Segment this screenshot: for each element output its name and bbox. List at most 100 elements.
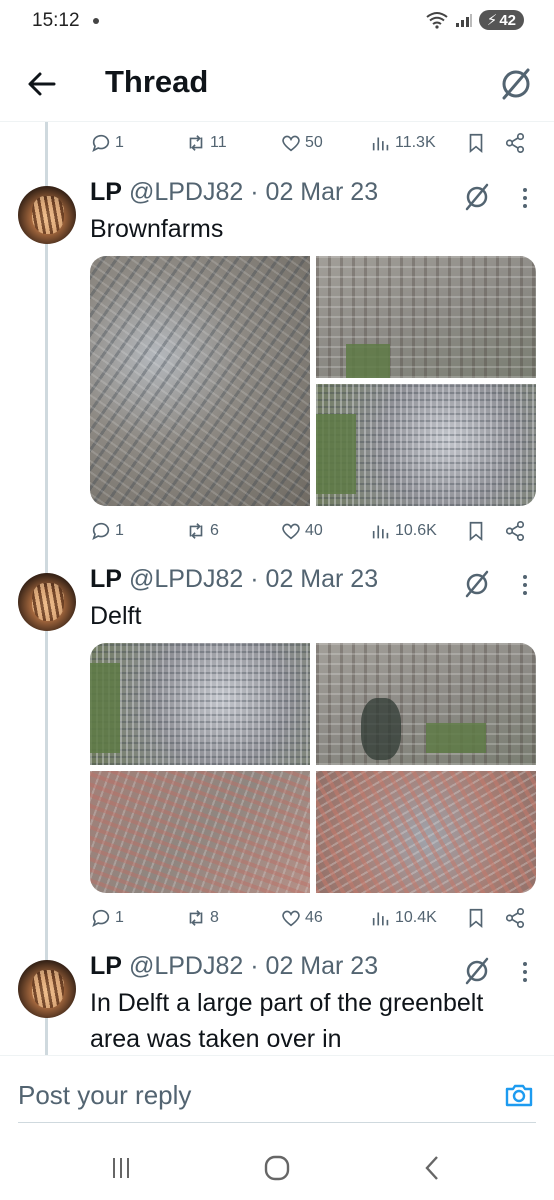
views-button[interactable]: 10.6K: [370, 520, 437, 542]
views-icon: [372, 137, 389, 151]
reply-divider: [18, 1122, 536, 1123]
avatar[interactable]: [18, 573, 76, 631]
tweet-actions: 1 6 40 10.6K: [90, 520, 530, 550]
like-button[interactable]: 50: [280, 132, 323, 154]
views-icon: [372, 912, 389, 926]
bookmark-button[interactable]: [465, 907, 487, 929]
back-icon[interactable]: [418, 1153, 448, 1183]
satellite-image[interactable]: [316, 384, 536, 506]
field-patch: [90, 663, 120, 753]
views-count: 11.3K: [395, 134, 436, 151]
reply-button[interactable]: 1: [90, 520, 124, 542]
back-arrow-icon[interactable]: [26, 68, 58, 100]
satellite-image[interactable]: [90, 771, 310, 893]
home-icon[interactable]: [262, 1153, 292, 1183]
views-count: 10.4K: [395, 909, 437, 926]
share-button[interactable]: [504, 132, 526, 154]
grok-icon[interactable]: [462, 956, 492, 986]
like-button[interactable]: 40: [280, 520, 323, 542]
author-name[interactable]: LP: [90, 952, 122, 981]
reply-button[interactable]: 1: [90, 132, 124, 154]
reply-button[interactable]: 1: [90, 907, 124, 929]
status-bar: 15:12 ⚡ 42: [0, 0, 554, 46]
reply-count: 1: [115, 522, 124, 539]
repost-button[interactable]: 11: [185, 132, 227, 154]
charging-icon: ⚡: [486, 12, 498, 29]
reply-icon: [92, 909, 110, 927]
wetland-patch: [361, 698, 401, 760]
author-name[interactable]: LP: [90, 178, 122, 207]
notification-dot-icon: [93, 18, 99, 24]
tweet-header: LP @LPDJ82 · 02 Mar 23: [90, 178, 378, 207]
camera-icon[interactable]: [504, 1080, 534, 1110]
tweet-header: LP @LPDJ82 · 02 Mar 23: [90, 952, 378, 981]
header: Thread: [0, 46, 554, 122]
battery-indicator: ⚡ 42: [478, 10, 524, 30]
author-handle[interactable]: @LPDJ82: [129, 565, 243, 594]
tweet-text: Brownfarms: [90, 215, 224, 243]
like-count: 40: [305, 522, 323, 539]
status-time: 15:12: [32, 10, 80, 31]
satellite-image[interactable]: [316, 256, 536, 378]
share-icon: [505, 521, 525, 541]
share-button[interactable]: [504, 520, 526, 542]
tweet-actions: 1 8 46 10.4K: [90, 907, 530, 937]
repost-count: 6: [210, 522, 219, 539]
more-icon[interactable]: [515, 573, 535, 597]
views-button[interactable]: 11.3K: [370, 132, 436, 154]
wifi-icon: [426, 12, 448, 29]
more-icon[interactable]: [515, 186, 535, 210]
tweet-actions: 1 11 50 11.3K: [90, 132, 530, 162]
grok-icon[interactable]: [462, 182, 492, 212]
bookmark-icon: [469, 521, 483, 542]
tweet-text: In Delft a large part of the greenbelt a…: [90, 989, 484, 1053]
views-icon: [372, 525, 389, 539]
repost-icon: [189, 910, 203, 926]
repost-icon: [189, 523, 203, 539]
author-handle[interactable]: @LPDJ82: [129, 178, 243, 207]
satellite-image[interactable]: [90, 256, 310, 506]
more-icon[interactable]: [515, 960, 535, 984]
page-title: Thread: [105, 64, 209, 99]
like-icon: [282, 135, 300, 152]
share-button[interactable]: [504, 907, 526, 929]
reply-count: 1: [115, 134, 124, 151]
field-patch: [346, 344, 390, 378]
grok-icon[interactable]: [462, 569, 492, 599]
tweet-media[interactable]: [90, 643, 536, 893]
reply-input[interactable]: Post your reply: [18, 1080, 191, 1111]
satellite-image[interactable]: [90, 643, 310, 765]
like-count: 46: [305, 909, 323, 926]
reply-icon: [92, 134, 110, 152]
tweet-date: · 02 Mar 23: [250, 952, 379, 980]
author-name[interactable]: LP: [90, 565, 122, 594]
avatar[interactable]: [18, 960, 76, 1018]
repost-count: 8: [210, 909, 219, 926]
like-icon: [282, 523, 300, 540]
share-icon: [505, 908, 525, 928]
bookmark-icon: [469, 133, 483, 154]
repost-button[interactable]: 8: [185, 907, 219, 929]
tweet-date: · 02 Mar 23: [250, 178, 379, 206]
reply-composer: Post your reply: [0, 1055, 554, 1135]
bookmark-button[interactable]: [465, 132, 487, 154]
tweet-media[interactable]: [90, 256, 536, 506]
reply-count: 1: [115, 909, 124, 926]
reply-icon: [92, 522, 110, 540]
satellite-image[interactable]: [316, 643, 536, 765]
tweet-header: LP @LPDJ82 · 02 Mar 23: [90, 565, 378, 594]
bookmark-button[interactable]: [465, 520, 487, 542]
share-icon: [505, 133, 525, 153]
like-count: 50: [305, 134, 323, 151]
author-handle[interactable]: @LPDJ82: [129, 952, 243, 981]
battery-level: 42: [499, 11, 516, 29]
like-button[interactable]: 46: [280, 907, 323, 929]
recents-icon[interactable]: [106, 1153, 136, 1183]
avatar[interactable]: [18, 186, 76, 244]
satellite-image[interactable]: [316, 771, 536, 893]
status-icons: ⚡ 42: [425, 10, 524, 30]
field-patch: [426, 723, 486, 753]
repost-button[interactable]: 6: [185, 520, 219, 542]
grok-icon[interactable]: [498, 66, 534, 102]
views-button[interactable]: 10.4K: [370, 907, 437, 929]
